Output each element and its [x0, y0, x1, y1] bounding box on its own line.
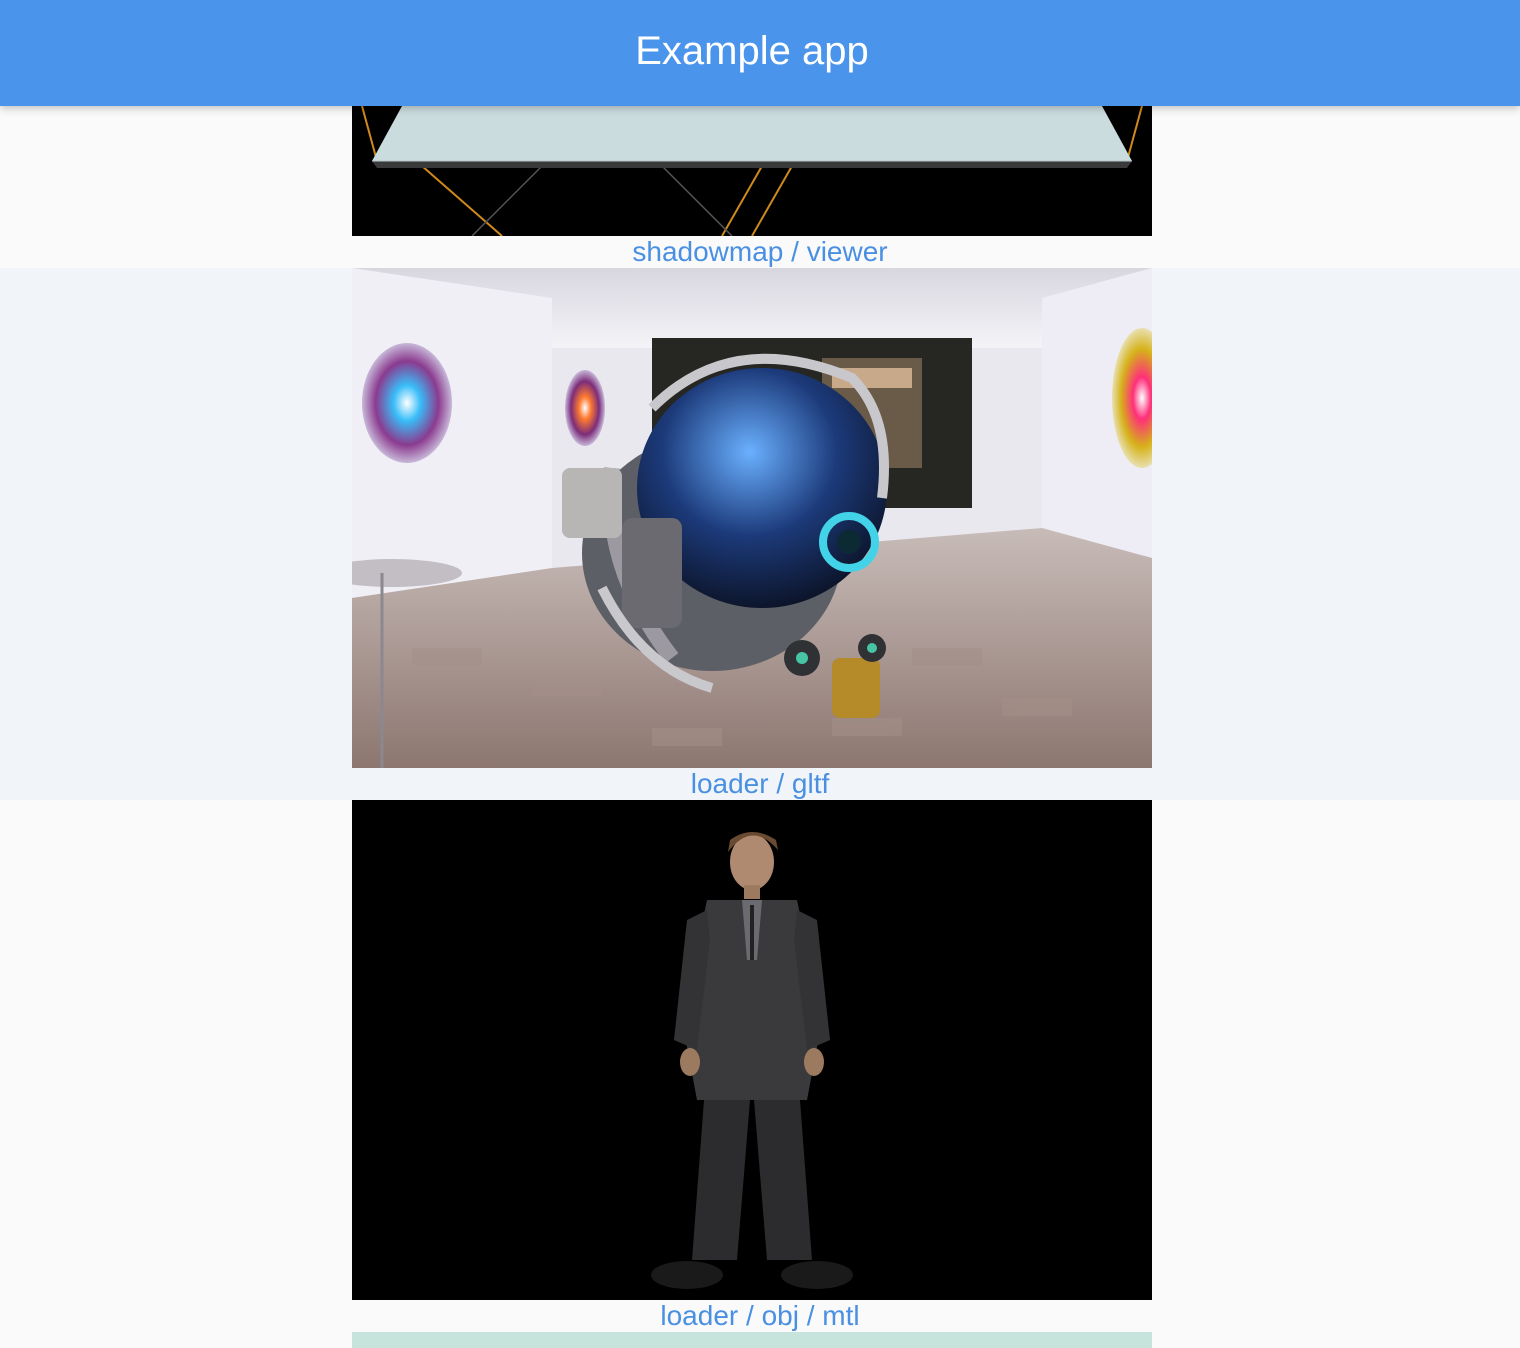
example-item-loader-gltf[interactable]: loader / gltf	[0, 268, 1520, 800]
example-item-next[interactable]	[0, 1332, 1520, 1348]
obj-male-preview	[352, 800, 1152, 1300]
example-thumbnail-loader-obj-mtl	[352, 800, 1152, 1300]
app-title: Example app	[635, 28, 869, 73]
example-caption[interactable]: loader / gltf	[0, 768, 1520, 800]
examples-list[interactable]: shadowmap / viewer loader / gltf loader …	[0, 106, 1520, 1348]
example-thumbnail-next	[352, 1332, 1152, 1348]
example-item-loader-obj-mtl[interactable]: loader / obj / mtl	[0, 800, 1520, 1332]
example-thumbnail-loader-gltf	[352, 268, 1152, 768]
gltf-helmet-preview	[352, 268, 1152, 768]
app-bar: Example app	[0, 0, 1520, 106]
shadowmap-preview	[352, 106, 1152, 236]
example-thumbnail-shadowmap-viewer	[352, 106, 1152, 236]
example-caption[interactable]: loader / obj / mtl	[0, 1300, 1520, 1332]
example-caption[interactable]: shadowmap / viewer	[0, 236, 1520, 268]
example-item-shadowmap-viewer[interactable]: shadowmap / viewer	[0, 106, 1520, 268]
